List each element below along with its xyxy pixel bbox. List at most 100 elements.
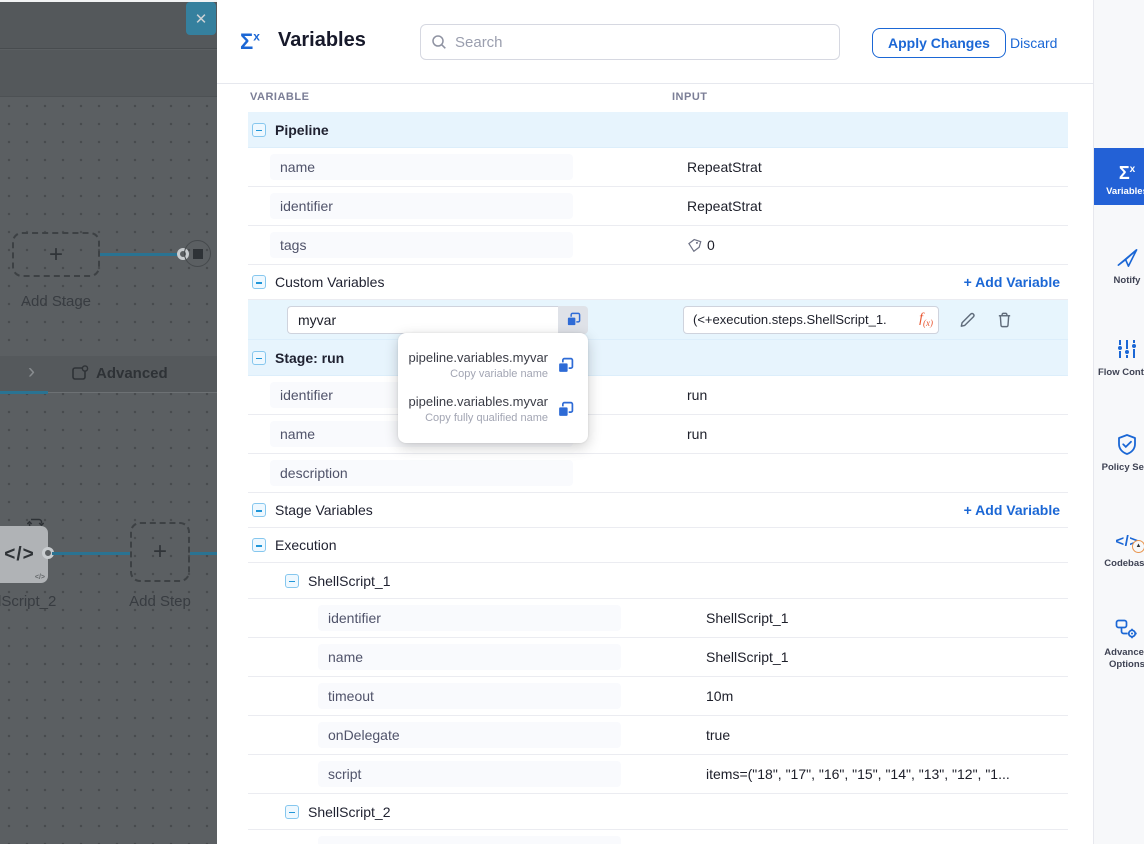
collapse-icon[interactable] (252, 123, 266, 137)
custom-variable-row: (<+execution.steps.ShellScript_1. f(x) (248, 300, 1068, 340)
chevron-right-icon[interactable]: › (28, 360, 35, 384)
edit-variable-button[interactable] (958, 310, 977, 329)
variable-name-cell[interactable]: identifier (318, 836, 621, 844)
shellscript-step-node[interactable]: </> </> (0, 526, 48, 583)
page-title: Variables (278, 29, 366, 52)
expression-fx-icon[interactable]: f(x) (915, 311, 933, 328)
sliders-icon (1094, 338, 1144, 364)
add-step-button[interactable]: + (130, 522, 190, 582)
collapse-icon[interactable] (285, 574, 299, 588)
delete-variable-button[interactable] (996, 311, 1013, 329)
variable-name-cell[interactable]: tags (270, 232, 573, 258)
codebase-icon: </> ▲ (1094, 529, 1144, 555)
section-row-stage-variables[interactable]: Stage Variables + Add Variable (248, 493, 1068, 528)
plus-icon: + (153, 538, 167, 566)
sidebar-item-codebase[interactable]: </> ▲ Codebase (1094, 529, 1144, 570)
sidebar-item-flow-control[interactable]: Flow Control (1094, 338, 1144, 379)
collapse-icon[interactable] (252, 351, 266, 365)
close-drawer-button[interactable]: ✕ (186, 2, 216, 35)
canvas-toolbar-secondary (0, 50, 217, 97)
pipeline-studio-variables-screen: ✕ + Add Stage › Advanced </> </> (0, 0, 1144, 844)
table-row: tags 0 (248, 226, 1068, 265)
variable-value: ShellScript_1 (706, 649, 789, 665)
table-row: identifier ShellScript_2 (248, 830, 1068, 844)
tags-count: 0 (707, 237, 715, 253)
variable-name-cell[interactable]: name (318, 644, 621, 670)
variable-value: items=("18", "17", "16", "15", "14", "13… (706, 766, 1010, 782)
variable-value: RepeatStrat (687, 198, 762, 214)
tab-advanced[interactable]: Advanced (71, 364, 168, 382)
add-variable-button[interactable]: + Add Variable (964, 502, 1060, 518)
pencil-icon (958, 310, 977, 329)
step-name-label: lScript_2 (0, 593, 56, 610)
section-row-custom-variables[interactable]: Custom Variables + Add Variable (248, 265, 1068, 300)
copy-variable-name-item[interactable]: pipeline.variables.myvar Copy variable n… (398, 343, 588, 387)
drawer-icon-sidebar: Σx Variables Notify Flow Control (1093, 0, 1144, 844)
stage-connector-line (100, 253, 180, 256)
table-row: identifier RepeatStrat (248, 187, 1068, 226)
collapse-icon[interactable] (285, 805, 299, 819)
warning-icon: ▲ (1132, 540, 1144, 553)
section-row-pipeline[interactable]: Pipeline (248, 112, 1068, 148)
variable-value: 10m (706, 688, 733, 704)
canvas-toolbar (0, 2, 217, 49)
variable-name-input[interactable] (287, 306, 558, 334)
table-row: name ShellScript_1 (248, 638, 1068, 677)
step-connector-line (52, 552, 132, 555)
table-row: onDelegate true (248, 716, 1068, 755)
table-header: VARIABLE INPUT (248, 84, 1068, 112)
search-box (420, 24, 840, 60)
search-input[interactable] (455, 34, 839, 51)
pipeline-canvas-dimmed: ✕ + Add Stage › Advanced </> </> (0, 0, 217, 844)
add-variable-button[interactable]: + Add Variable (964, 274, 1060, 290)
tag-icon (687, 238, 702, 253)
copy-variable-popover: pipeline.variables.myvar Copy variable n… (398, 333, 588, 443)
copy-variable-button[interactable] (558, 306, 588, 334)
variable-name-cell[interactable]: description (270, 460, 573, 486)
table-row: identifier ShellScript_1 (248, 599, 1068, 638)
sidebar-item-notify[interactable]: Notify (1094, 246, 1144, 287)
column-header-variable: VARIABLE (250, 91, 309, 103)
trash-icon (996, 311, 1013, 329)
section-row-execution[interactable]: Execution (248, 528, 1068, 563)
drawer-header: Σx Variables Apply Changes Discard (217, 0, 1093, 84)
variable-value-input[interactable]: (<+execution.steps.ShellScript_1. f(x) (683, 306, 939, 334)
sidebar-item-policy-sets[interactable]: Policy Sets (1094, 433, 1144, 474)
variable-name-cell[interactable]: onDelegate (318, 722, 621, 748)
copy-fqn-item[interactable]: pipeline.variables.myvar Copy fully qual… (398, 387, 588, 431)
sidebar-item-advanced-options[interactable]: Advanced Options (1094, 618, 1144, 671)
flowchart-gear-icon (1094, 618, 1144, 644)
apply-changes-button[interactable]: Apply Changes (872, 28, 1006, 58)
search-icon (431, 34, 447, 50)
variable-name-cell[interactable]: identifier (318, 605, 621, 631)
sidebar-item-variables[interactable]: Σx Variables (1094, 148, 1144, 205)
variable-name-cell[interactable]: script (318, 761, 621, 787)
table-row: name RepeatStrat (248, 148, 1068, 187)
section-row-shellscript-2[interactable]: ShellScript_2 (248, 794, 1068, 830)
variables-drawer: Σx Variables Apply Changes Discard VARIA… (217, 0, 1093, 844)
table-row: description (248, 454, 1068, 493)
collapse-icon[interactable] (252, 275, 266, 289)
add-stage-button[interactable]: + (12, 232, 100, 277)
discard-button[interactable]: Discard (1010, 35, 1057, 51)
variables-sigma-icon: Σx (240, 29, 260, 55)
pipeline-end-node (184, 240, 211, 267)
variable-name-cell[interactable]: identifier (270, 193, 573, 219)
copy-icon (566, 312, 581, 327)
collapse-icon[interactable] (252, 503, 266, 517)
section-row-shellscript-1[interactable]: ShellScript_1 (248, 563, 1068, 599)
column-header-input: INPUT (672, 91, 708, 103)
variable-value: run (687, 426, 707, 442)
paper-plane-icon (1094, 246, 1144, 272)
shield-check-icon (1094, 433, 1144, 459)
variable-value: RepeatStrat (687, 159, 762, 175)
code-icon: </> (4, 544, 34, 566)
section-row-stage-run[interactable]: Stage: run (248, 340, 1068, 376)
canvas-dot-grid (0, 97, 217, 844)
add-step-label: Add Step (122, 593, 198, 610)
variable-name-cell[interactable]: name (270, 154, 573, 180)
close-icon: ✕ (195, 10, 208, 28)
variable-name-cell[interactable]: timeout (318, 683, 621, 709)
table-row: script items=("18", "17", "16", "15", "1… (248, 755, 1068, 794)
collapse-icon[interactable] (252, 538, 266, 552)
